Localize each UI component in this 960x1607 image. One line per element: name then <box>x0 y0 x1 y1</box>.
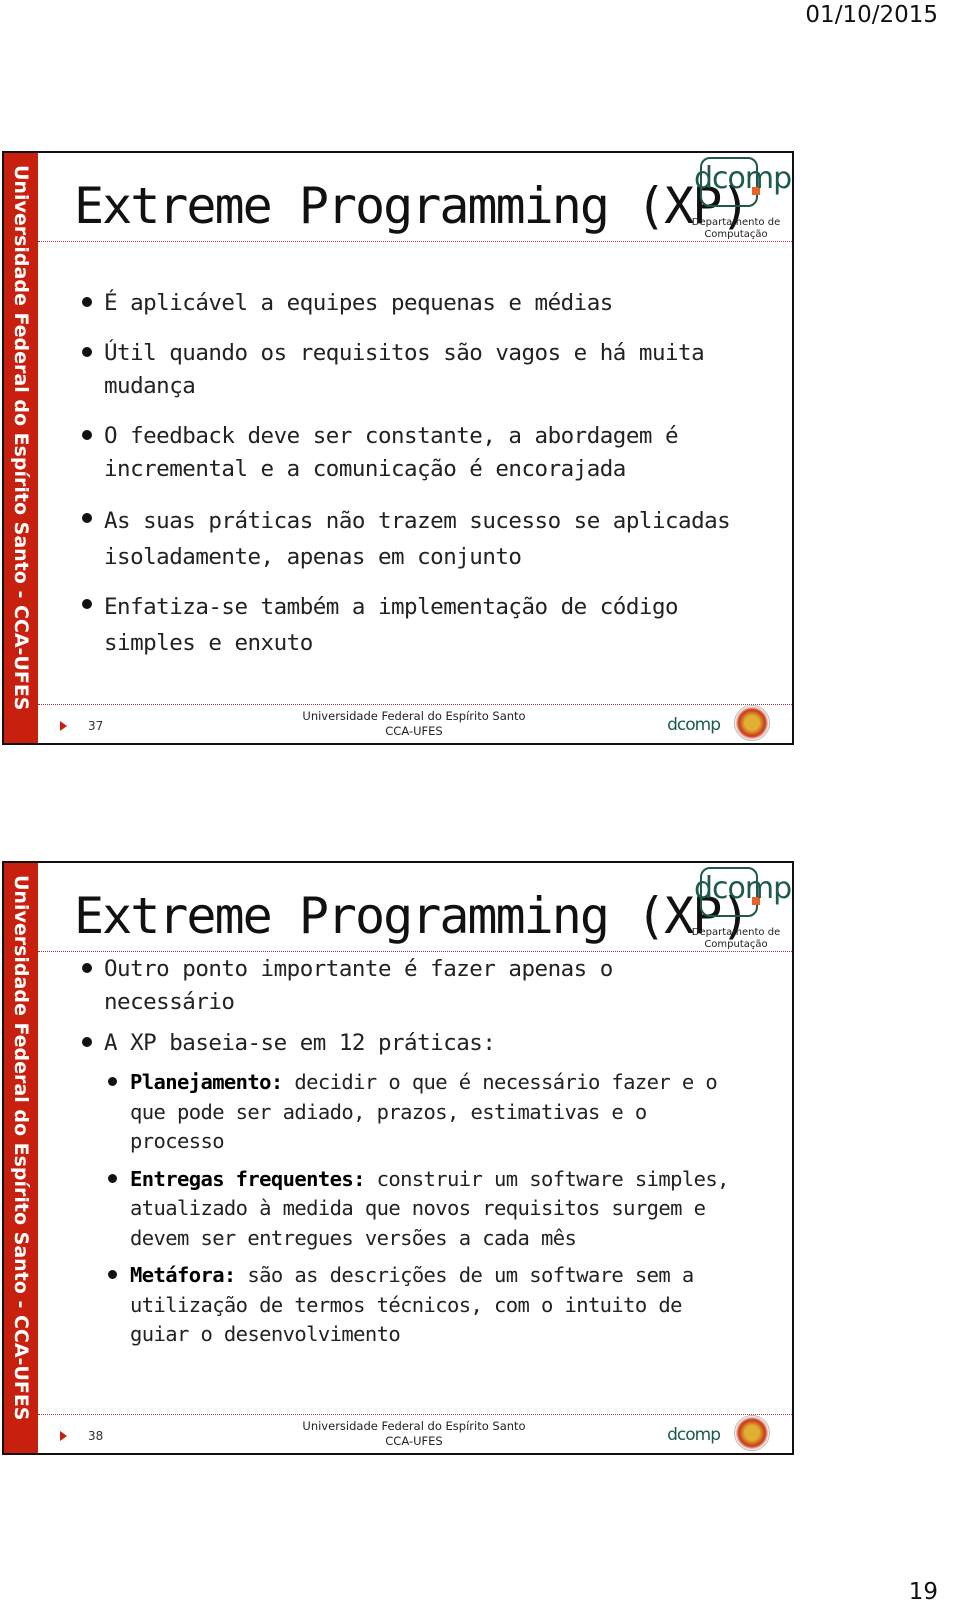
slide-38: Universidade Federal do Espírito Santo -… <box>2 861 794 1455</box>
footer-institution: Universidade Federal do Espírito Santo CC… <box>302 709 526 738</box>
bullet-item: Enfatiza-se também a implementação de có… <box>74 589 752 661</box>
sidebar-text: Universidade Federal do Espírito Santo -… <box>10 165 32 711</box>
dcomp-logo: dcomp Departamento de Computação <box>686 157 792 240</box>
sidebar-banner: Universidade Federal do Espírito Santo -… <box>4 863 38 1453</box>
sidebar-text: Universidade Federal do Espírito Santo -… <box>10 875 32 1421</box>
slide-title: Extreme Programming (XP) <box>74 177 750 235</box>
bullet-item: Outro ponto importante é fazer apenas o … <box>74 953 752 1019</box>
slide-title: Extreme Programming (XP) <box>74 887 750 945</box>
title-divider <box>38 241 792 242</box>
bullet-item: O feedback deve ser constante, a abordag… <box>74 420 752 486</box>
sidebar-banner: Universidade Federal do Espírito Santo -… <box>4 153 38 743</box>
bullet-list: Outro ponto importante é fazer apenas o … <box>74 953 752 1350</box>
arrow-right-icon <box>60 721 67 731</box>
slide-number: 38 <box>88 1429 104 1443</box>
logo-subtitle: Departamento de Computação <box>691 217 781 240</box>
title-divider <box>38 951 792 952</box>
arrow-right-icon <box>60 1431 67 1441</box>
sub-bullet-item: Entregas frequentes: construir um softwa… <box>74 1165 752 1254</box>
logo-subtitle: Departamento de Computação <box>691 927 781 950</box>
university-seal-icon <box>734 1415 770 1451</box>
footer-divider <box>38 1414 792 1415</box>
dcomp-small-logo: dcomp <box>667 715 721 735</box>
bullet-item: A XP baseia-se em 12 práticas: <box>74 1027 752 1060</box>
page-date: 01/10/2015 <box>805 2 938 28</box>
footer-divider <box>38 704 792 705</box>
bullet-list: É aplicável a equipes pequenas e médias … <box>74 287 752 661</box>
slide-37: Universidade Federal do Espírito Santo -… <box>2 151 794 745</box>
page-number: 19 <box>908 1579 938 1605</box>
bullet-item: Útil quando os requisitos são vagos e há… <box>74 337 752 403</box>
bullet-item: É aplicável a equipes pequenas e médias <box>74 287 752 320</box>
sub-bullet-item: Planejamento: decidir o que é necessário… <box>74 1068 752 1157</box>
footer-institution: Universidade Federal do Espírito Santo CC… <box>302 1419 526 1448</box>
university-seal-icon <box>734 705 770 741</box>
dcomp-logo: dcomp Departamento de Computação <box>686 867 792 950</box>
slide-number: 37 <box>88 719 104 733</box>
bullet-item: As suas práticas não trazem sucesso se a… <box>74 503 752 575</box>
sub-bullet-item: Metáfora: são as descrições de um softwa… <box>74 1261 752 1350</box>
logo-text: dcomp <box>694 871 792 906</box>
logo-text: dcomp <box>694 161 792 196</box>
dcomp-small-logo: dcomp <box>667 1425 721 1445</box>
